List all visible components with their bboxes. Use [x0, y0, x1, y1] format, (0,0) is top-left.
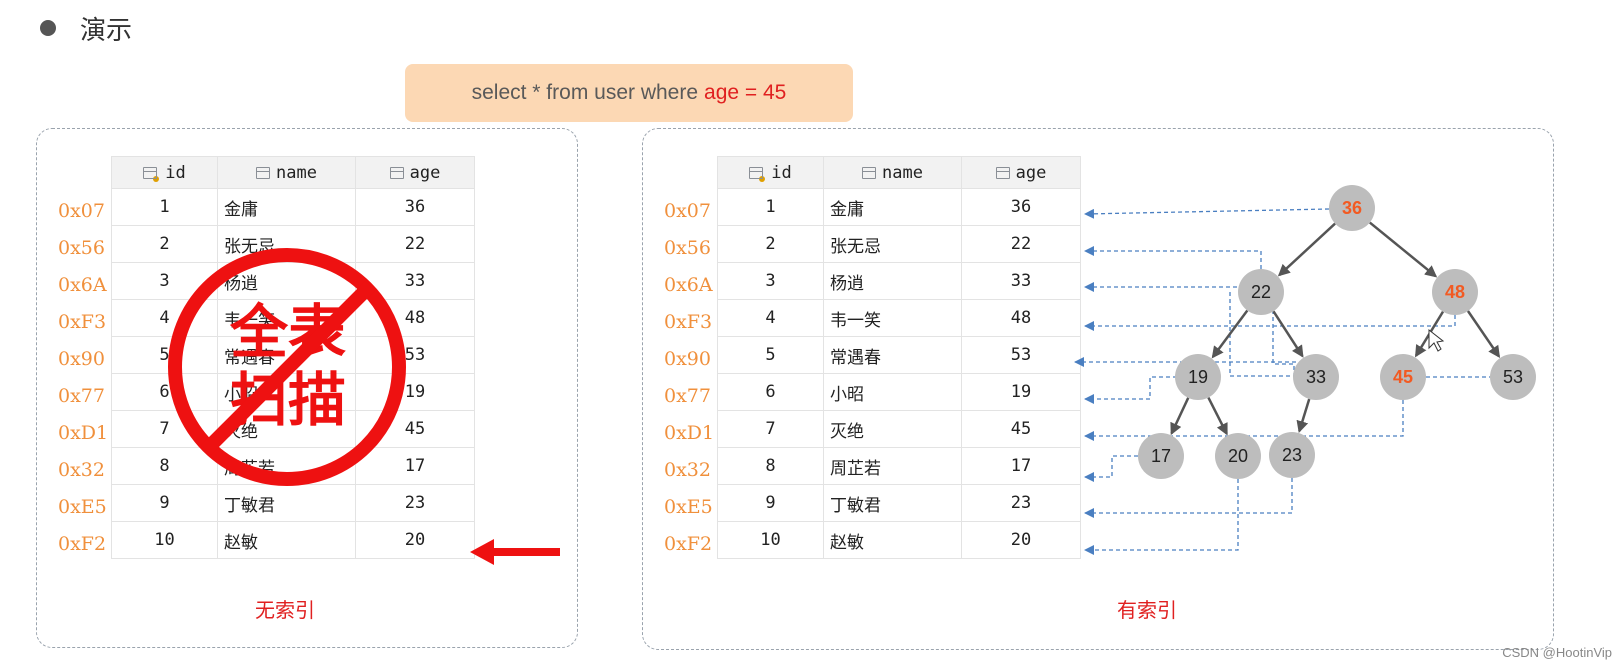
row-pointer-line [1084, 208, 1330, 219]
tree-edge [1170, 397, 1190, 436]
tree-node-17: 17 [1138, 433, 1184, 479]
tree-node-36: 36 [1329, 185, 1375, 231]
row-pointer-line [1084, 400, 1404, 441]
tree-edges [1170, 221, 1501, 436]
row-pointer-line [1084, 315, 1456, 331]
row-pointer-line [1084, 455, 1138, 482]
tree-node-19: 19 [1175, 354, 1221, 400]
tree-node-label: 36 [1342, 198, 1362, 218]
tree-edge [1277, 222, 1336, 277]
tree-edge [1207, 396, 1228, 436]
tree-node-53: 53 [1490, 354, 1536, 400]
tree-node-label: 17 [1151, 446, 1171, 466]
binary-tree-index: 36 22 48 19 33 45 53 17 20 23 [1074, 185, 1536, 555]
watermark: CSDN @HootinVip [1502, 645, 1612, 660]
tree-node-label: 22 [1251, 282, 1271, 302]
tree-edge [1272, 310, 1304, 358]
tree-edge [1466, 310, 1501, 359]
no-index-caption: 无索引 [255, 598, 315, 622]
tree-node-label: 53 [1503, 367, 1523, 387]
tree-node-label: 19 [1188, 367, 1208, 387]
tree-node-22: 22 [1238, 269, 1284, 315]
tree-edge [1369, 221, 1438, 278]
mouse-cursor-icon [1428, 328, 1445, 352]
tree-node-label: 45 [1393, 367, 1413, 387]
tree-node-label: 48 [1445, 282, 1465, 302]
row-pointer-line [1084, 376, 1177, 404]
tree-node-23: 23 [1269, 432, 1315, 478]
tree-nodes: 36 22 48 19 33 45 53 17 20 23 [1138, 185, 1536, 479]
with-index-caption: 有索引 [1117, 598, 1177, 622]
tree-node-20: 20 [1215, 433, 1261, 479]
tree-node-48: 48 [1432, 269, 1478, 315]
row-pointer-line [1084, 478, 1293, 518]
row-pointer-lines [1074, 208, 1490, 555]
row-pointer-line [1084, 246, 1262, 269]
tree-node-label: 20 [1228, 446, 1248, 466]
tree-node-33: 33 [1293, 354, 1339, 400]
tree-edge [1296, 398, 1311, 434]
tree-node-45: 45 [1380, 354, 1426, 400]
tree-node-label: 33 [1306, 367, 1326, 387]
tree-node-label: 23 [1282, 445, 1302, 465]
row-pointer-line [1084, 479, 1239, 555]
